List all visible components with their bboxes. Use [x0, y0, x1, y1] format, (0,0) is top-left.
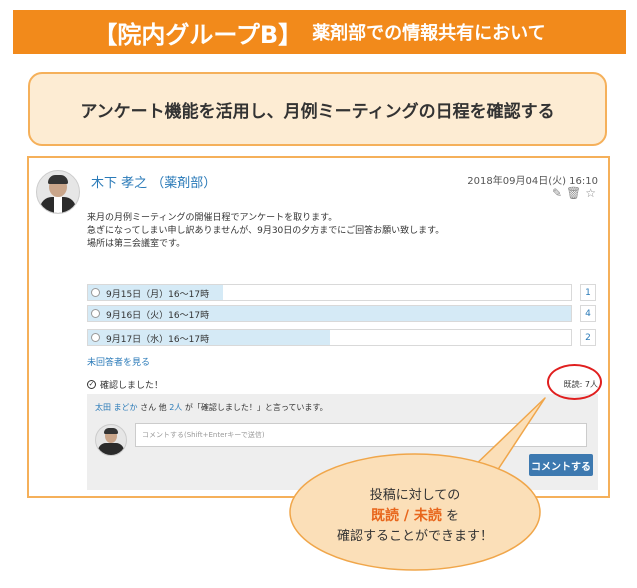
summary-text: が「確認しました！」と言っています。 [182, 403, 328, 412]
survey-option-label: 9月17日（水）16～17時 [106, 335, 210, 345]
survey-option-3[interactable]: 9月17日（水）16～17時 [87, 329, 572, 346]
post-body-line: 急ぎになってしまい申し訳ありませんが、9月30日の夕方までにご回答お願い致します… [87, 226, 445, 236]
survey-option-2[interactable]: 9月16日（火）16～17時 [87, 305, 572, 322]
comment-submit-button[interactable]: コメントする [529, 454, 593, 476]
post-date: 2018年09月04日(火) 16:10 [467, 176, 598, 187]
radio-button[interactable] [91, 333, 100, 342]
confirm-label: 確認しました！ [100, 381, 164, 391]
callout-line-2-tail: を [441, 509, 459, 524]
comment-area: 太田 まどか さん 他 2人 が「確認しました！」と言っています。 コメントする… [87, 394, 598, 490]
radio-button[interactable] [91, 288, 100, 297]
summary-text: さん 他 [137, 403, 170, 412]
banner-title-main: 【院内グループB】 [93, 20, 303, 49]
commenter-avatar [95, 424, 127, 456]
callout-line-1: 投稿に対しての [369, 488, 461, 503]
summary-count-link[interactable]: 2人 [169, 403, 182, 412]
survey-option-1[interactable]: 9月15日（月）16～17時 [87, 284, 572, 301]
survey-option-count[interactable]: 2 [580, 329, 596, 346]
survey-option-count[interactable]: 4 [580, 305, 596, 322]
survey-option-label: 9月15日（月）16～17時 [106, 290, 210, 300]
confirm-summary: 太田 まどか さん 他 2人 が「確認しました！」と言っています。 [95, 402, 328, 413]
author-name[interactable]: 木下 孝之 （薬剤部） [91, 172, 216, 191]
callout-line-3: 確認することができます！ [336, 529, 493, 544]
survey-option-label: 9月16日（火）16～17時 [106, 311, 210, 321]
confirm-button[interactable]: ✓ 確認しました！ [87, 378, 163, 391]
callout-line-2: 既読 / 未読 を [315, 506, 515, 527]
trash-icon[interactable]: 🗑 [566, 186, 581, 200]
callout-highlight: 既読 / 未読 [370, 508, 442, 524]
post-body-line: 場所は第三会議室です。 [87, 239, 186, 249]
author-avatar[interactable] [36, 170, 80, 214]
post-actions: ✎ 🗑 ☆ [552, 186, 596, 200]
title-banner: 【院内グループB】 薬剤部での情報共有において [13, 10, 626, 54]
radio-button[interactable] [91, 309, 100, 318]
post-card: 木下 孝之 （薬剤部） 2018年09月04日(火) 16:10 ✎ 🗑 ☆ 来… [27, 156, 610, 498]
callout-text: 投稿に対しての 既読 / 未読 を 確認することができます！ [315, 486, 515, 547]
survey-option-count[interactable]: 1 [580, 284, 596, 301]
edit-icon[interactable]: ✎ [552, 186, 562, 200]
post-body: 来月の月例ミーティングの開催日程でアンケートを取ります。 急ぎになってしまい申し… [87, 212, 444, 251]
highlight-circle [547, 364, 602, 400]
comment-input[interactable]: コメントする(Shift+Enterキーで送信) [135, 423, 587, 447]
check-circle-icon: ✓ [87, 380, 96, 389]
post-body-line: 来月の月例ミーティングの開催日程でアンケートを取ります。 [87, 213, 338, 223]
banner-title-sub: 薬剤部での情報共有において [312, 23, 546, 44]
subtitle-box: アンケート機能を活用し、月例ミーティングの日程を確認する [28, 72, 607, 146]
subtitle-text: アンケート機能を活用し、月例ミーティングの日程を確認する [80, 101, 555, 122]
comment-submit-label: コメントする [531, 461, 591, 473]
unanswered-link[interactable]: 未回答者を見る [87, 355, 150, 368]
star-icon[interactable]: ☆ [585, 186, 596, 200]
summary-user-link[interactable]: 太田 まどか [95, 403, 138, 412]
